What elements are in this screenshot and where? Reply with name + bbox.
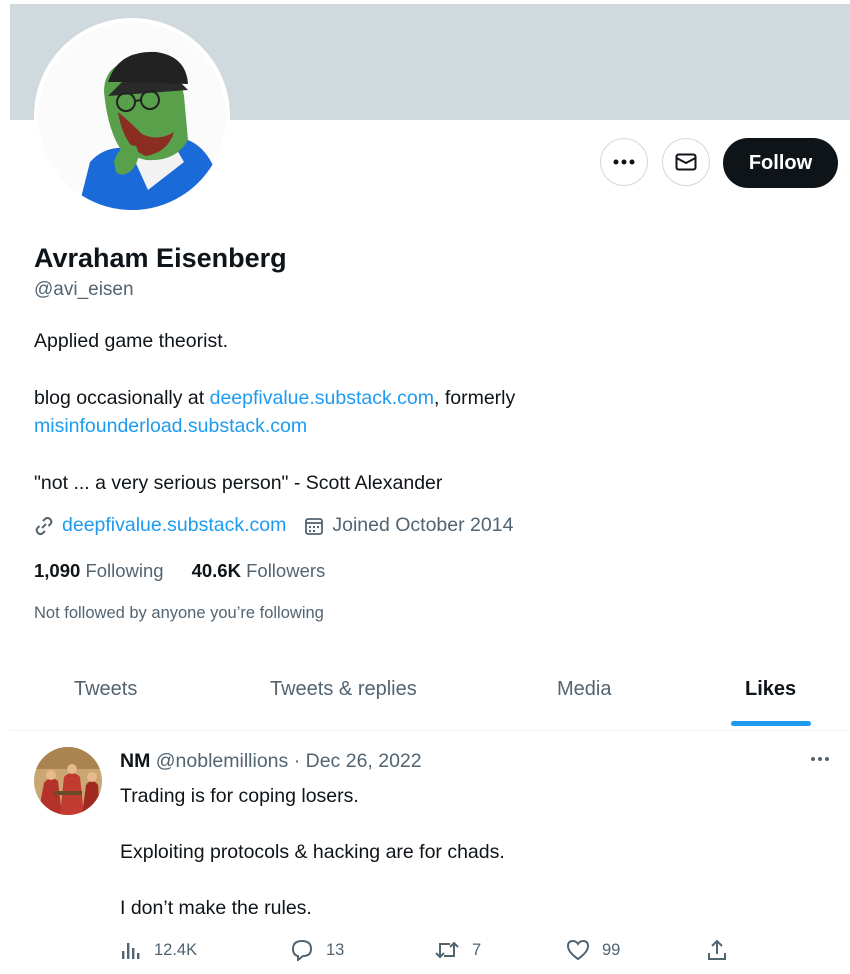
more-options-button[interactable] (600, 138, 648, 186)
bio-line-1: Applied game theorist. (34, 330, 229, 352)
envelope-icon (675, 153, 697, 171)
joined-item: Joined October 2014 (304, 514, 513, 537)
following-stat[interactable]: 1,090 Following (34, 560, 164, 582)
heart-icon (566, 939, 590, 961)
tweet-author-name[interactable]: NM (120, 750, 150, 772)
bio-text: , formerly (433, 387, 516, 409)
bio-line-3: "not ... a very serious person" - Scott … (34, 472, 443, 494)
active-tab-indicator (731, 721, 811, 726)
following-count: 1,090 (34, 560, 81, 581)
bio-link-deepfivalue[interactable]: deepfivalue.substack.com (210, 387, 434, 409)
link-icon (35, 516, 53, 535)
tweet[interactable]: NM @noblemillions · Dec 26, 2022 Trading… (10, 731, 850, 974)
reply-button[interactable]: 13 (290, 939, 344, 961)
tweet-date[interactable]: Dec 26, 2022 (306, 750, 422, 772)
profile-bio: Applied game theorist. blog occasionally… (34, 327, 734, 497)
followers-label: Followers (246, 560, 326, 581)
follow-stats: 1,090 Following 40.6K Followers (34, 560, 353, 582)
views-button[interactable]: 12.4K (120, 939, 197, 961)
tweet-line-2: Exploiting protocols & hacking are for c… (120, 841, 505, 863)
like-count: 99 (602, 940, 621, 959)
retweet-count: 7 (472, 940, 482, 959)
like-button[interactable]: 99 (566, 939, 620, 961)
follow-button[interactable]: Follow (723, 138, 838, 188)
message-button[interactable] (662, 138, 710, 186)
views-count: 12.4K (154, 940, 198, 959)
bio-line-2: blog occasionally at deepfivalue.substac… (34, 384, 734, 412)
retweet-icon (435, 941, 459, 959)
tweet-author-avatar[interactable] (34, 747, 102, 815)
joined-date: Joined October 2014 (332, 514, 514, 536)
tweet-line-3: I don’t make the rules. (120, 897, 312, 919)
reply-count: 13 (326, 940, 345, 959)
tab-tweets-replies[interactable]: Tweets & replies (270, 678, 417, 701)
following-label: Following (85, 560, 164, 581)
bio-link-misinfounderload[interactable]: misinfounderload.substack.com (34, 415, 307, 437)
tweet-line-1: Trading is for coping losers. (120, 785, 359, 807)
more-horizontal-icon (811, 757, 829, 761)
tab-media[interactable]: Media (557, 678, 611, 701)
tweet-more-button[interactable] (810, 749, 830, 767)
not-followed-note: Not followed by anyone you’re following (34, 604, 324, 622)
profile-name: Avraham Eisenberg (34, 243, 287, 273)
tweet-actions: 12.4K 13 7 99 (120, 939, 740, 969)
bio-text: blog occasionally at (34, 387, 210, 409)
more-horizontal-icon (613, 159, 635, 165)
profile-tabs: Tweets Tweets & replies Media Likes (10, 650, 850, 731)
profile-page: Follow Avraham Eisenberg @avi_eisen Appl… (10, 0, 850, 974)
share-button[interactable] (706, 939, 740, 961)
website-item: deepfivalue.substack.com (34, 514, 286, 537)
followers-stat[interactable]: 40.6K Followers (192, 560, 326, 582)
retweet-button[interactable]: 7 (434, 939, 481, 961)
avatar-image (38, 22, 226, 210)
tweet-header: NM @noblemillions · Dec 26, 2022 (120, 750, 422, 773)
tweet-text: Trading is for coping losers. Exploiting… (120, 782, 800, 922)
tweet-separator: · (293, 750, 301, 772)
reply-icon (291, 939, 313, 961)
analytics-icon (122, 943, 140, 959)
tab-likes[interactable]: Likes (745, 678, 796, 701)
tab-tweets[interactable]: Tweets (74, 678, 137, 701)
tweet-author-handle[interactable]: @noblemillions (156, 750, 289, 772)
profile-handle: @avi_eisen (34, 279, 134, 300)
author-avatar-image (34, 747, 102, 815)
profile-avatar[interactable] (34, 18, 230, 214)
website-link[interactable]: deepfivalue.substack.com (62, 514, 286, 537)
profile-meta: deepfivalue.substack.com Joined October … (34, 514, 531, 537)
calendar-icon (305, 517, 324, 535)
share-icon (708, 939, 726, 960)
followers-count: 40.6K (191, 560, 241, 581)
